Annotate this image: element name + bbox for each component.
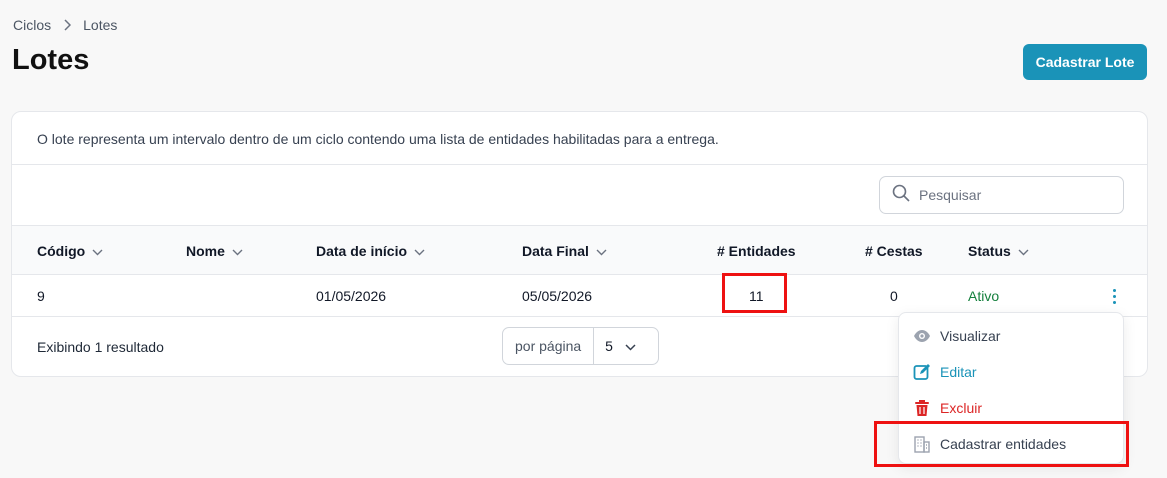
edit-icon — [913, 363, 931, 381]
chevron-down-icon — [92, 243, 103, 259]
column-header-codigo[interactable]: Código — [37, 243, 103, 259]
search-input[interactable] — [919, 187, 1109, 203]
eye-icon — [913, 327, 931, 345]
search-icon — [892, 184, 910, 207]
breadcrumb: Ciclos Lotes — [13, 17, 117, 33]
breadcrumb-item-ciclos[interactable]: Ciclos — [13, 17, 51, 33]
cell-codigo: 9 — [37, 288, 45, 304]
column-header-data-inicio[interactable]: Data de início — [316, 243, 425, 259]
chevron-right-icon — [63, 19, 72, 31]
page-title: Lotes — [12, 44, 90, 76]
results-count: Exibindo 1 resultado — [37, 339, 164, 355]
menu-item-editar[interactable]: Editar — [913, 363, 977, 381]
chevron-down-icon — [1018, 243, 1029, 259]
column-header-status[interactable]: Status — [968, 243, 1029, 259]
chevron-down-icon — [596, 243, 607, 259]
divider — [12, 164, 1147, 165]
chevron-down-icon — [625, 338, 636, 354]
row-actions-kebab-icon[interactable] — [1106, 286, 1122, 306]
cadastrar-lote-button[interactable]: Cadastrar Lote — [1023, 44, 1147, 80]
chevron-down-icon — [232, 243, 243, 259]
per-page-select[interactable]: por página 5 — [502, 327, 659, 365]
divider — [12, 274, 1147, 275]
per-page-value[interactable]: 5 — [594, 328, 636, 364]
highlight-box — [874, 421, 1129, 467]
column-header-data-final[interactable]: Data Final — [522, 243, 607, 259]
breadcrumb-item-lotes: Lotes — [83, 17, 118, 33]
column-header-nome[interactable]: Nome — [186, 243, 243, 259]
menu-item-excluir[interactable]: Excluir — [913, 399, 982, 417]
status-badge: Ativo — [968, 288, 1000, 304]
search-box[interactable] — [879, 176, 1124, 214]
menu-item-visualizar[interactable]: Visualizar — [913, 327, 1000, 345]
column-header-cestas: # Cestas — [865, 243, 923, 259]
highlight-box — [722, 273, 787, 313]
per-page-label: por página — [503, 328, 595, 364]
cell-cestas: 0 — [890, 288, 898, 304]
card-description: O lote representa um intervalo dentro de… — [37, 131, 719, 147]
column-header-entidades: # Entidades — [717, 243, 796, 259]
cell-data-inicio: 01/05/2026 — [316, 288, 387, 304]
trash-icon — [913, 399, 931, 417]
cell-data-final: 05/05/2026 — [522, 288, 593, 304]
table-header: Código Nome Data de início Data Final # … — [12, 226, 1147, 275]
chevron-down-icon — [414, 243, 425, 259]
